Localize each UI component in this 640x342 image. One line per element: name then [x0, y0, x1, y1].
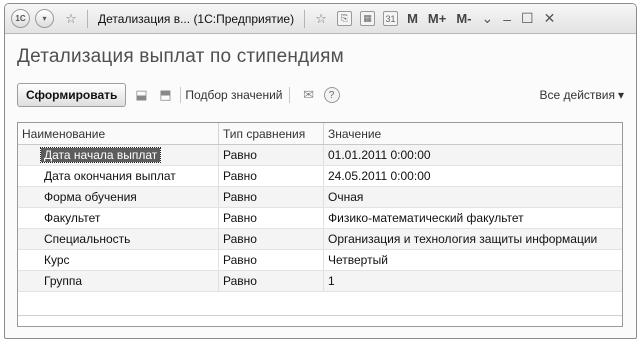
column-header-name[interactable]: Наименование — [18, 123, 219, 144]
memory-m-button[interactable]: M — [407, 11, 418, 26]
row-comparison-cell[interactable]: Равно — [219, 271, 324, 291]
table-row[interactable]: Группа Равно 1 — [18, 271, 622, 292]
row-value-cell[interactable]: 01.01.2011 0:00:00 — [324, 145, 622, 165]
1c-logo-icon: 1С — [15, 14, 26, 23]
row-value-cell[interactable]: Организация и технология защиты информац… — [324, 229, 622, 249]
row-comparison-cell[interactable]: Равно — [219, 229, 324, 249]
link-icon[interactable]: ⎘ — [337, 11, 353, 26]
table-row[interactable]: Дата окончания выплат Равно 24.05.2011 0… — [18, 166, 622, 187]
row-comparison-cell[interactable]: Равно — [219, 250, 324, 270]
row-value-cell[interactable]: Очная — [324, 187, 622, 207]
app-window: 1С ▾ ☆ Детализация в... (1С:Предприятие)… — [4, 3, 637, 339]
table-row[interactable]: Форма обучения Равно Очная — [18, 187, 622, 208]
minimize-icon[interactable]: – — [503, 11, 511, 27]
memory-minus-button[interactable]: M- — [456, 11, 471, 26]
table-row[interactable]: Дата начала выплат Равно 01.01.2011 0:00… — [18, 145, 622, 166]
form-toolbar: Сформировать ⬓ ⬒ Подбор значений ✉ ? Все… — [17, 81, 624, 109]
row-value-cell[interactable]: Физико-математический факультет — [324, 208, 622, 228]
all-actions-label: Все действия — [539, 88, 615, 102]
title-bar: 1С ▾ ☆ Детализация в... (1С:Предприятие)… — [5, 4, 636, 34]
row-comparison-cell[interactable]: Равно — [219, 187, 324, 207]
row-name-cell[interactable]: Группа — [18, 271, 219, 291]
move-up-icon[interactable]: ⬓ — [132, 86, 150, 104]
calculator-icon[interactable]: ▦ — [360, 11, 376, 26]
chevron-down-icon: ▾ — [42, 14, 47, 23]
main-menu-button[interactable]: ▾ — [35, 9, 54, 28]
table-row[interactable]: Факультет Равно Физико-математический фа… — [18, 208, 622, 229]
filter-table[interactable]: Наименование Тип сравнения Значение Дата… — [17, 122, 623, 327]
table-bottom-divider — [18, 315, 622, 316]
table-row[interactable]: Курс Равно Четвертый — [18, 250, 622, 271]
titlebar-dropdown-icon[interactable]: ⌄ — [482, 10, 494, 27]
all-actions-menu[interactable]: Все действия ▾ — [540, 88, 625, 102]
row-name-cell[interactable]: Дата окончания выплат — [18, 166, 219, 186]
titlebar-divider — [304, 9, 306, 28]
calendar-icon[interactable]: 31 — [383, 11, 399, 26]
row-name-cell[interactable]: Курс — [18, 250, 219, 270]
row-name-cell[interactable]: Дата начала выплат — [18, 145, 219, 165]
table-row[interactable]: Специальность Равно Организация и технол… — [18, 229, 622, 250]
row-value-cell[interactable]: 24.05.2011 0:00:00 — [324, 166, 622, 186]
mail-icon[interactable]: ✉ — [300, 86, 318, 104]
table-header: Наименование Тип сравнения Значение — [18, 123, 622, 145]
row-comparison-cell[interactable]: Равно — [219, 208, 324, 228]
row-name-cell[interactable]: Форма обучения — [18, 187, 219, 207]
titlebar-divider — [87, 9, 88, 28]
row-name-cell[interactable]: Специальность — [18, 229, 219, 249]
row-name-cell[interactable]: Факультет — [18, 208, 219, 228]
close-icon[interactable]: ✕ — [544, 10, 556, 27]
add-favorite-icon[interactable]: ☆ — [313, 11, 329, 27]
favorite-star-icon[interactable]: ☆ — [63, 11, 79, 27]
row-value-cell[interactable]: 1 — [324, 271, 622, 291]
row-comparison-cell[interactable]: Равно — [219, 145, 324, 165]
row-value-cell[interactable]: Четвертый — [324, 250, 622, 270]
app-menu-button[interactable]: 1С — [11, 9, 30, 28]
generate-button[interactable]: Сформировать — [17, 83, 127, 107]
select-values-button[interactable]: Подбор значений — [185, 88, 282, 102]
chevron-down-icon: ▾ — [617, 88, 624, 102]
help-icon[interactable]: ? — [323, 87, 340, 103]
move-down-icon[interactable]: ⬒ — [156, 86, 174, 104]
toolbar-divider — [288, 87, 290, 103]
page-title: Детализация выплат по стипендиям — [17, 46, 344, 67]
maximize-icon[interactable]: ☐ — [521, 10, 534, 27]
row-comparison-cell[interactable]: Равно — [219, 166, 324, 186]
column-header-comparison[interactable]: Тип сравнения — [219, 123, 324, 144]
toolbar-divider — [180, 87, 182, 103]
form-content: Детализация выплат по стипендиям Сформир… — [5, 46, 636, 109]
column-header-value[interactable]: Значение — [324, 123, 622, 144]
selected-cell-text: Дата начала выплат — [39, 147, 162, 163]
window-title: Детализация в... (1С:Предприятие) — [98, 11, 295, 26]
memory-plus-button[interactable]: M+ — [428, 11, 446, 26]
